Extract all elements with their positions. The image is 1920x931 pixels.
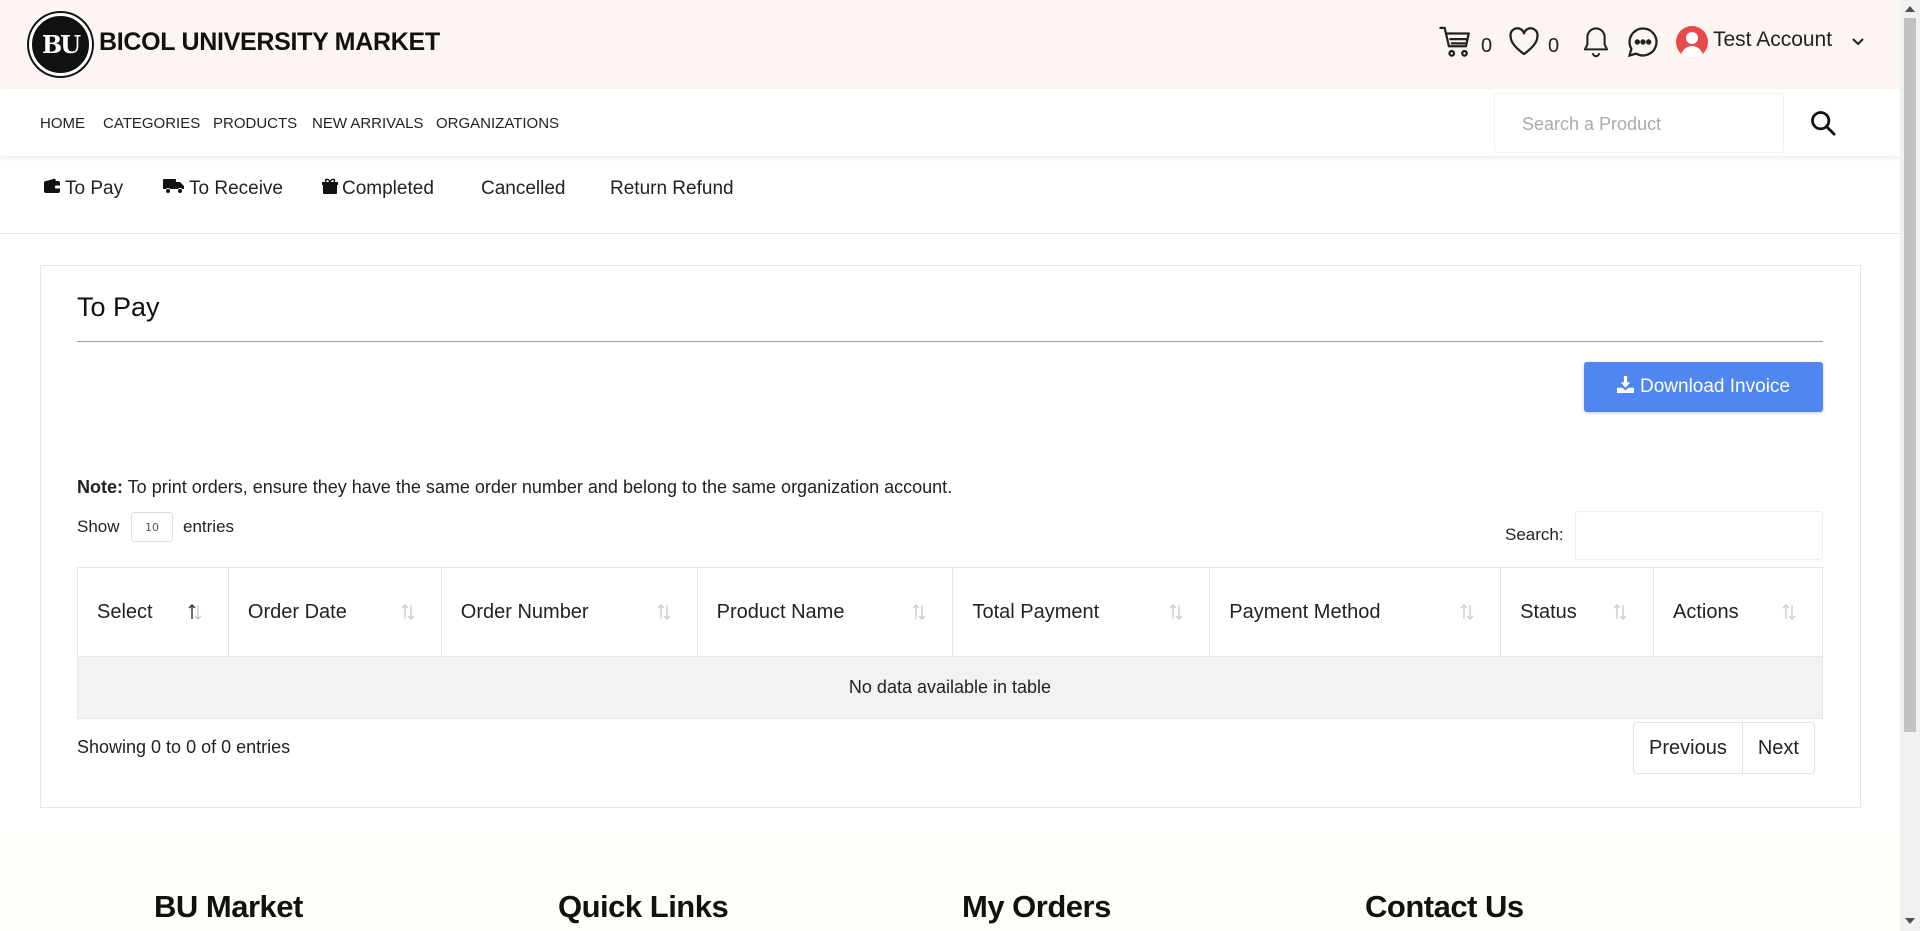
product-search-box: [1494, 93, 1785, 154]
logo[interactable]: BU: [29, 13, 92, 76]
tab-cancelled[interactable]: Cancelled: [481, 171, 566, 207]
col-status[interactable]: Status: [1500, 567, 1655, 657]
sort-icon: [1460, 603, 1474, 627]
brand-name[interactable]: BICOL UNIVERSITY MARKET: [99, 28, 440, 57]
gift-icon: [322, 178, 342, 201]
col-actions[interactable]: Actions: [1653, 567, 1823, 657]
cart-count: 0: [1481, 35, 1493, 57]
tab-label: To Pay: [65, 178, 124, 199]
table-header-row: Select Order Date Order Number Product N…: [77, 567, 1823, 657]
wallet-icon: [43, 178, 65, 200]
top-header: BU BICOL UNIVERSITY MARKET 0 0 Test Acco…: [0, 0, 1900, 89]
sort-icon: [1782, 603, 1796, 627]
pagination: Previous Next: [1633, 722, 1815, 774]
footer-heading-my-orders: My Orders: [962, 889, 1111, 924]
main-nav: HOME CATEGORIES PRODUCTS NEW ARRIVALS OR…: [0, 89, 1900, 156]
nav-new-arrivals[interactable]: NEW ARRIVALS: [312, 115, 423, 132]
tab-label: Completed: [342, 178, 434, 199]
empty-table-message: No data available in table: [77, 656, 1823, 719]
sort-icon: [1169, 603, 1183, 627]
nav-products[interactable]: PRODUCTS: [213, 115, 297, 132]
print-note: Note: To print orders, ensure they have …: [77, 477, 952, 498]
product-search-input[interactable]: [1495, 94, 1785, 154]
entries-length-value: 10: [145, 520, 159, 534]
download-invoice-button[interactable]: Download Invoice: [1584, 362, 1823, 412]
scroll-up-arrow-icon[interactable]: [1905, 6, 1915, 12]
previous-button[interactable]: Previous: [1634, 723, 1742, 773]
tab-completed[interactable]: Completed: [322, 171, 434, 207]
show-label: Show: [77, 517, 120, 536]
col-product-name[interactable]: Product Name: [696, 567, 954, 657]
bell-icon[interactable]: [1578, 24, 1614, 60]
orders-table: Select Order Date Order Number Product N…: [77, 567, 1823, 719]
note-label: Note:: [77, 477, 123, 497]
scroll-thumb[interactable]: [1904, 18, 1916, 732]
wishlist-icon[interactable]: [1506, 24, 1542, 60]
download-icon: [1617, 375, 1640, 399]
wishlist-count: 0: [1548, 35, 1560, 57]
chevron-down-icon[interactable]: [1851, 32, 1865, 51]
search-icon[interactable]: [1809, 109, 1837, 141]
sort-icon: [401, 603, 415, 627]
scroll-down-arrow-icon[interactable]: [1905, 918, 1915, 924]
account-name[interactable]: Test Account: [1713, 28, 1832, 52]
footer-heading-contact-us: Contact Us: [1365, 889, 1524, 924]
column-label: Product Name: [716, 600, 845, 623]
table-row: No data available in table: [77, 656, 1823, 719]
column-label: Select: [97, 600, 153, 623]
download-invoice-label: Download Invoice: [1640, 376, 1790, 397]
table-info: Showing 0 to 0 of 0 entries: [77, 737, 291, 757]
nav-categories[interactable]: CATEGORIES: [103, 115, 200, 132]
col-total-payment[interactable]: Total Payment: [952, 567, 1211, 657]
column-label: Status: [1520, 600, 1577, 623]
page-title: To Pay: [77, 292, 160, 322]
tab-return-refund[interactable]: Return Refund: [610, 171, 734, 207]
chat-icon[interactable]: [1625, 24, 1661, 60]
nav-organizations[interactable]: ORGANIZATIONS: [436, 115, 559, 132]
sort-icon: [1613, 603, 1627, 627]
tab-label: Return Refund: [610, 178, 734, 199]
column-label: Payment Method: [1229, 600, 1381, 623]
orders-card: To Pay Download Invoice Note: To print o…: [40, 265, 1861, 808]
table-search-input[interactable]: [1575, 511, 1823, 560]
order-status-tabs: To Pay To Receive Completed Cancelled Re…: [0, 156, 1900, 234]
table-search-label: Search:: [1505, 525, 1564, 544]
sort-icon: [912, 603, 926, 627]
tab-to-receive[interactable]: To Receive: [163, 171, 283, 207]
avatar[interactable]: [1676, 26, 1708, 58]
logo-text: BU: [41, 30, 81, 59]
sort-icon: [657, 603, 671, 627]
truck-icon: [163, 178, 189, 200]
tab-label: Cancelled: [481, 178, 566, 199]
tab-to-pay[interactable]: To Pay: [43, 171, 123, 207]
cart-icon[interactable]: [1438, 24, 1474, 60]
nav-home[interactable]: HOME: [40, 115, 85, 132]
col-payment-method[interactable]: Payment Method: [1209, 567, 1502, 657]
column-label: Total Payment: [972, 600, 1100, 623]
title-divider: [77, 341, 1823, 342]
sort-asc-icon: [188, 603, 202, 627]
col-order-date[interactable]: Order Date: [227, 567, 442, 657]
column-label: Actions: [1673, 600, 1739, 623]
entries-length-select[interactable]: 10: [131, 512, 173, 542]
footer: BU Market Quick Links My Orders Contact …: [0, 833, 1900, 931]
tab-label: To Receive: [189, 178, 283, 199]
next-button[interactable]: Next: [1741, 723, 1814, 773]
column-label: Order Date: [247, 600, 347, 623]
page-scrollbar[interactable]: [1900, 0, 1920, 931]
footer-heading-bu-market: BU Market: [154, 889, 303, 924]
note-text: To print orders, ensure they have the sa…: [123, 477, 953, 497]
footer-heading-quick-links: Quick Links: [558, 889, 729, 924]
entries-label: entries: [183, 517, 235, 536]
col-order-number[interactable]: Order Number: [440, 567, 698, 657]
column-label: Order Number: [460, 600, 589, 623]
col-select[interactable]: Select: [77, 567, 229, 657]
